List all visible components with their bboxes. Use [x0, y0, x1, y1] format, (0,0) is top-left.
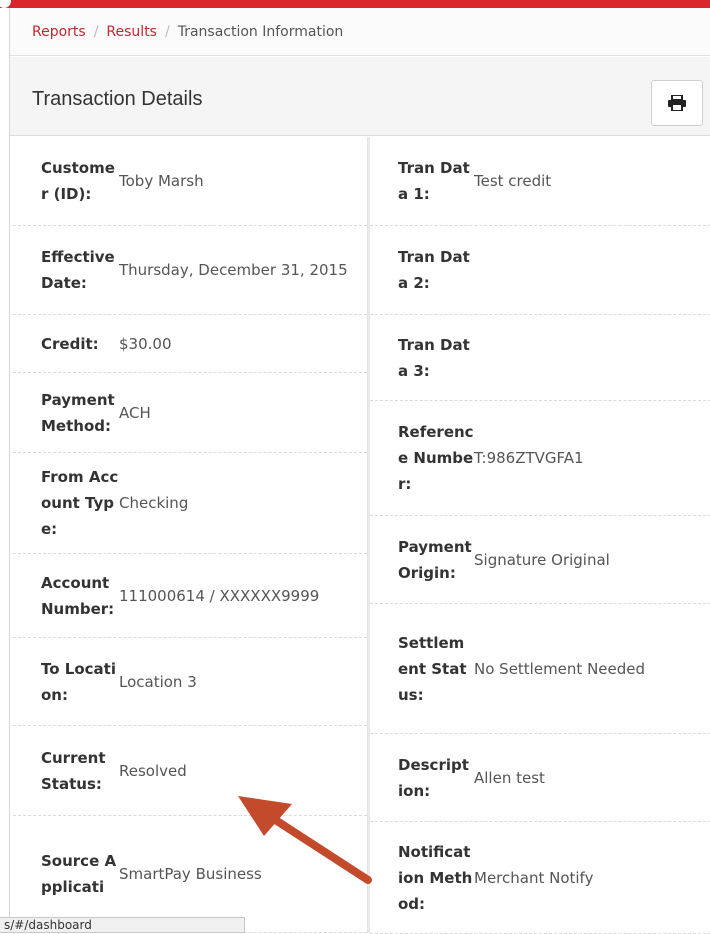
detail-value: ACH: [119, 403, 151, 422]
detail-value: Resolved: [119, 761, 187, 780]
detail-row: From Account Type: Checking: [13, 453, 367, 554]
breadcrumb-current: Transaction Information: [177, 24, 344, 40]
detail-label: Payment Origin:: [398, 537, 472, 582]
breadcrumb-separator: /: [164, 24, 170, 40]
detail-row: Tran Data 1: Test credit: [370, 137, 710, 226]
detail-value: Test credit: [474, 172, 552, 190]
detail-label: Notification Method:: [398, 842, 473, 913]
detail-label: To Location:: [41, 659, 116, 704]
print-icon: [668, 95, 686, 111]
main-frame: Reports / Results / Transaction Information …: [9, 8, 710, 934]
browser-status-bar: s/#/dashboard: [0, 917, 245, 933]
detail-value: Thursday, December 31, 2015: [119, 261, 348, 279]
detail-label: Reference Number:: [398, 423, 474, 493]
detail-label: Effective Date:: [41, 248, 115, 292]
detail-row: Account Number: 111000614 / XXXXXX9999: [13, 554, 367, 638]
detail-value: Signature Original: [474, 550, 610, 569]
detail-label: Payment Method:: [41, 390, 115, 435]
detail-label: Description:: [398, 755, 469, 800]
detail-row: Customer (ID): Toby Marsh: [13, 137, 367, 226]
panel-header: Transaction Details: [10, 57, 710, 136]
detail-label: Customer (ID):: [41, 159, 115, 203]
detail-label: Tran Data 1:: [398, 159, 470, 203]
detail-row: Credit: $30.00: [13, 315, 367, 373]
detail-value: Toby Marsh: [119, 172, 204, 190]
detail-value: Location 3: [119, 672, 197, 691]
detail-label: Source Applicati: [41, 852, 117, 896]
detail-row: Tran Data 3:: [370, 315, 710, 401]
detail-label: From Account Type:: [41, 468, 119, 538]
detail-label: Credit:: [41, 334, 99, 353]
detail-row: Description: Allen test: [370, 734, 710, 822]
right-details-column: Tran Data 1: Test credit Tran Data 2: Tran …: [370, 137, 710, 934]
detail-label: Account Number:: [41, 573, 115, 618]
detail-row: Settlement Status: No Settlement Needed: [370, 604, 710, 734]
detail-label: Tran Data 3:: [398, 335, 470, 380]
detail-value: Checking: [119, 494, 189, 512]
detail-row: Tran Data 2:: [370, 226, 710, 315]
detail-label: Settlement Status:: [398, 633, 467, 704]
detail-value: 111000614 / XXXXXX9999: [119, 586, 320, 605]
breadcrumb-results-link[interactable]: Results: [106, 24, 157, 40]
detail-row: Payment Method: ACH: [13, 373, 367, 453]
detail-value: Merchant Notify: [474, 868, 594, 887]
print-button[interactable]: [651, 80, 703, 126]
detail-value: No Settlement Needed: [474, 659, 646, 678]
detail-row: Payment Origin: Signature Original: [370, 516, 710, 604]
window-corner: [0, 0, 11, 8]
detail-row: To Location: Location 3: [13, 638, 367, 726]
detail-row: Notification Method: Merchant Notify: [370, 822, 710, 934]
page-title: Transaction Details: [32, 88, 203, 110]
detail-value: Allen test: [474, 768, 545, 787]
detail-row: Reference Number: T:986ZTVGFA1: [370, 401, 710, 516]
red-arrow-annotation: [238, 796, 372, 884]
detail-label: Tran Data 2:: [398, 248, 470, 292]
breadcrumb-separator: /: [93, 24, 99, 40]
breadcrumb: Reports / Results / Transaction Information: [10, 8, 710, 56]
detail-row: Effective Date: Thursday, December 31, 20…: [13, 226, 367, 315]
breadcrumb-reports-link[interactable]: Reports: [32, 24, 86, 40]
top-accent-bar: [0, 0, 710, 8]
detail-value: T:986ZTVGFA1: [474, 449, 584, 467]
detail-value: $30.00: [119, 334, 172, 353]
detail-label: Current Status:: [41, 748, 106, 793]
